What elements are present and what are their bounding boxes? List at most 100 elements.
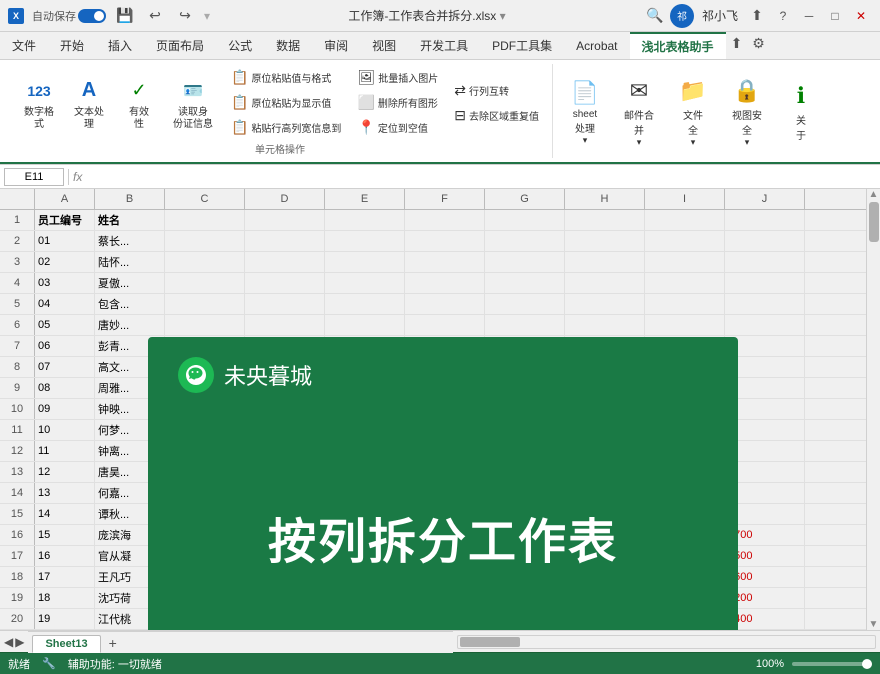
cell-c1[interactable] bbox=[165, 210, 245, 230]
ribbon-toggle-button[interactable]: ⬆ bbox=[746, 5, 768, 27]
tab-review[interactable]: 审阅 bbox=[312, 32, 360, 59]
col-header-g[interactable]: G bbox=[485, 189, 565, 209]
validity-btn[interactable]: ✓ 有效性 bbox=[116, 72, 162, 134]
locate-empty-btn[interactable]: 📍 定位到空值 bbox=[352, 116, 443, 139]
ready-status: 就绪 bbox=[8, 656, 30, 672]
cell-c2[interactable] bbox=[165, 231, 245, 251]
col-header-f[interactable]: F bbox=[405, 189, 485, 209]
tab-layout[interactable]: 页面布局 bbox=[144, 32, 216, 59]
cell-buttons: 123 数字格式 A 文本处理 ✓ 有效性 🪪 读取身份证信息 bbox=[16, 66, 544, 139]
paste-row-btn[interactable]: 📋 粘贴行高列宽信息到 bbox=[226, 116, 346, 139]
sheet-proc-btn[interactable]: 📄 sheet处理 ▾ bbox=[562, 74, 608, 149]
cell-j1[interactable] bbox=[725, 210, 805, 230]
help-button[interactable]: ? bbox=[772, 5, 794, 27]
helper-icon: 🔧 bbox=[42, 657, 56, 670]
tab-developer[interactable]: 开发工具 bbox=[408, 32, 480, 59]
scroll-thumb[interactable] bbox=[869, 202, 879, 242]
h-scroll-thumb[interactable] bbox=[460, 637, 520, 647]
save-button[interactable]: 💾 bbox=[114, 5, 136, 27]
col-header-j[interactable]: J bbox=[725, 189, 805, 209]
scroll-up-btn[interactable]: ▲ bbox=[869, 189, 879, 200]
ribbon-expand-btn[interactable]: ⬆ bbox=[726, 32, 748, 54]
overlay-main: 按列拆分工作表 bbox=[178, 403, 708, 630]
about-label: 关于 bbox=[796, 112, 806, 142]
row-number: 10 bbox=[0, 399, 35, 419]
col-header-a[interactable]: A bbox=[35, 189, 95, 209]
cell-h1[interactable] bbox=[565, 210, 645, 230]
row-number: 16 bbox=[0, 525, 35, 545]
tab-home[interactable]: 开始 bbox=[48, 32, 96, 59]
tab-file[interactable]: 文件 bbox=[0, 32, 48, 59]
mail-merge-btn[interactable]: ✉ 邮件合并 ▾ bbox=[616, 72, 662, 151]
tab-view[interactable]: 视图 bbox=[360, 32, 408, 59]
horizontal-scrollbar[interactable] bbox=[457, 635, 876, 649]
cell-b2[interactable]: 蔡长... bbox=[95, 231, 165, 251]
col-header-d[interactable]: D bbox=[245, 189, 325, 209]
text-process-btn[interactable]: A 文本处理 bbox=[66, 72, 112, 134]
ribbon-settings-btn[interactable]: ⚙ bbox=[748, 32, 770, 54]
vertical-scrollbar[interactable]: ▲ ▼ bbox=[866, 189, 880, 630]
cell-g1[interactable] bbox=[485, 210, 565, 230]
zoom-slider[interactable] bbox=[792, 662, 872, 666]
batch-img-btn[interactable]: 🖼 批量插入图片 bbox=[352, 66, 443, 89]
paste-val-btn[interactable]: 📋 原位粘贴值与格式 bbox=[226, 66, 346, 89]
undo-button[interactable]: ↩ bbox=[144, 5, 166, 27]
tab-pdf[interactable]: PDF工具集 bbox=[480, 32, 564, 59]
cell-reference-input[interactable] bbox=[4, 168, 64, 186]
table-row: 2 01 蔡长... bbox=[0, 231, 866, 252]
scroll-down-btn[interactable]: ▼ bbox=[869, 619, 879, 630]
locate-empty-icon: 📍 bbox=[357, 119, 374, 136]
read-id-btn[interactable]: 🪪 读取身份证信息 bbox=[166, 72, 220, 134]
viz-safe-icon: 🔒 bbox=[731, 75, 763, 107]
status-right: 100% bbox=[756, 658, 872, 670]
cell-a1[interactable]: 员工编号 bbox=[35, 210, 95, 230]
tab-helper[interactable]: 浅北表格助手 bbox=[630, 32, 726, 59]
col-header-b[interactable]: B bbox=[95, 189, 165, 209]
row-number: 3 bbox=[0, 252, 35, 272]
del-shapes-btn[interactable]: ⬜ 删除所有图形 bbox=[352, 91, 443, 114]
about-btn[interactable]: ℹ 关于 bbox=[778, 77, 824, 145]
search-button[interactable]: 🔍 bbox=[644, 5, 666, 27]
helper-status: 辅助功能: 一切就绪 bbox=[68, 656, 162, 672]
sheet-proc-icon: 📄 bbox=[569, 77, 601, 109]
col-header-c[interactable]: C bbox=[165, 189, 245, 209]
col-header-h[interactable]: H bbox=[565, 189, 645, 209]
sheet-tab-sheet13[interactable]: Sheet13 bbox=[32, 635, 100, 653]
row-col-swap-btn[interactable]: ⇄ 行列互转 bbox=[449, 79, 544, 102]
cell-f1[interactable] bbox=[405, 210, 485, 230]
col-header-e[interactable]: E bbox=[325, 189, 405, 209]
paste-disp-btn[interactable]: 📋 原位粘贴为显示值 bbox=[226, 91, 346, 114]
close-button[interactable]: ✕ bbox=[850, 5, 872, 27]
tab-data[interactable]: 数据 bbox=[264, 32, 312, 59]
cell-e1[interactable] bbox=[325, 210, 405, 230]
viz-safe-btn[interactable]: 🔒 视图安全 ▾ bbox=[724, 72, 770, 151]
tab-formula[interactable]: 公式 bbox=[216, 32, 264, 59]
file-name-arrow: ▾ bbox=[500, 9, 506, 23]
restore-button[interactable]: □ bbox=[824, 5, 846, 27]
status-bar: 就绪 🔧 辅助功能: 一切就绪 100% bbox=[0, 652, 880, 674]
auto-save-toggle[interactable] bbox=[78, 9, 106, 23]
num-format-btn[interactable]: 123 数字格式 bbox=[16, 72, 62, 134]
minimize-button[interactable]: ─ bbox=[798, 5, 820, 27]
cell-i1[interactable] bbox=[645, 210, 725, 230]
user-avatar[interactable]: 祁 bbox=[670, 4, 694, 28]
overlay-header: 未央暮城 bbox=[178, 357, 708, 393]
sheet-proc-arrow: ▾ bbox=[583, 135, 588, 146]
file-btn[interactable]: 📁 文件全 ▾ bbox=[670, 72, 716, 151]
cell-b1[interactable]: 姓名 bbox=[95, 210, 165, 230]
sheet-scroll-arrows: ◀ ▶ bbox=[0, 633, 28, 651]
cell-d1[interactable] bbox=[245, 210, 325, 230]
viz-safe-label: 视图安全 bbox=[732, 107, 762, 137]
rm-dup-icon: ⊟ bbox=[454, 107, 466, 124]
col-header-i[interactable]: I bbox=[645, 189, 725, 209]
add-sheet-button[interactable]: + bbox=[101, 633, 125, 653]
rm-dup-btn[interactable]: ⊟ 去除区域重复值 bbox=[449, 104, 544, 127]
paste-row-label: 粘贴行高列宽信息到 bbox=[251, 120, 341, 135]
scroll-right-btn[interactable]: ▶ bbox=[15, 635, 24, 649]
scroll-left-btn[interactable]: ◀ bbox=[4, 635, 13, 649]
formula-input[interactable] bbox=[86, 169, 876, 185]
cell-a2[interactable]: 01 bbox=[35, 231, 95, 251]
tab-acrobat[interactable]: Acrobat bbox=[564, 32, 629, 59]
tab-insert[interactable]: 插入 bbox=[96, 32, 144, 59]
redo-button[interactable]: ↪ bbox=[174, 5, 196, 27]
